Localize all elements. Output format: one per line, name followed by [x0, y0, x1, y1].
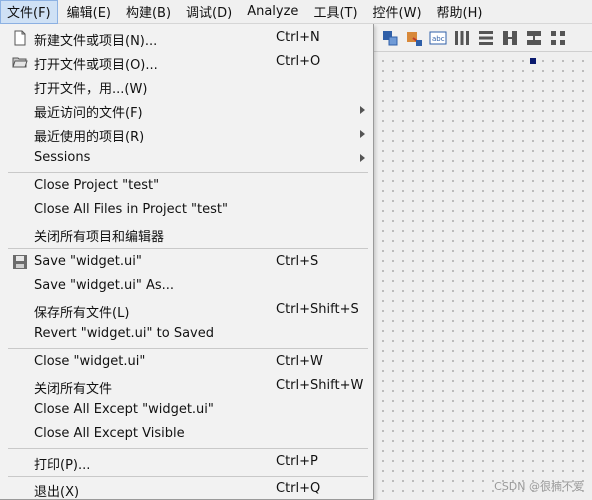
menu-build[interactable]: 构建(B) [120, 0, 177, 24]
menu-item-close-all-projects[interactable]: 关闭所有项目和编辑器 [2, 222, 370, 246]
menu-item-save[interactable]: Save "widget.ui" Ctrl+S [2, 250, 370, 274]
folder-open-icon [12, 54, 28, 70]
menu-item-label: Close All Except "widget.ui" [34, 402, 214, 417]
menu-item-label: 保存所有文件(L) [34, 306, 130, 321]
layout-horizontal-icon[interactable] [452, 28, 472, 48]
menu-item-label: Revert "widget.ui" to Saved [34, 326, 214, 341]
menu-item-label: 打开文件，用...(W) [34, 82, 148, 97]
menu-item-close-all-except[interactable]: Close All Except "widget.ui" [2, 398, 370, 422]
new-file-icon [12, 30, 28, 46]
menu-item-label: Sessions [34, 150, 91, 165]
menu-analyze[interactable]: Analyze [241, 0, 304, 24]
menu-item-exit[interactable]: 退出(X) Ctrl+Q [2, 477, 370, 500]
menu-item-shortcut: Ctrl+W [276, 354, 323, 369]
menu-item-recent-files[interactable]: 最近访问的文件(F) [2, 98, 370, 122]
menu-widgets[interactable]: 控件(W) [367, 0, 428, 24]
menu-item-label: 关闭所有文件 [34, 382, 113, 397]
menu-item-print[interactable]: 打印(P)... Ctrl+P [2, 450, 370, 474]
menu-file[interactable]: 文件(F) [0, 0, 58, 24]
menu-item-shortcut: Ctrl+P [276, 454, 318, 469]
menu-item-close-all-in-project[interactable]: Close All Files in Project "test" [2, 198, 370, 222]
menu-item-label: 新建文件或项目(N)... [34, 34, 158, 49]
form-canvas[interactable]: CSDN @很楠不爱 [374, 52, 592, 500]
edit-buddies-icon[interactable]: abc [428, 28, 448, 48]
menu-item-open-with[interactable]: 打开文件，用...(W) [2, 74, 370, 98]
menu-separator [8, 248, 368, 249]
menu-item-label: 最近使用的项目(R) [34, 130, 145, 145]
edit-signals-icon[interactable] [404, 28, 424, 48]
menu-item-recent-projects[interactable]: 最近使用的项目(R) [2, 122, 370, 146]
menu-item-shortcut: Ctrl+N [276, 30, 320, 45]
layout-vertical-icon[interactable] [476, 28, 496, 48]
menu-tools[interactable]: 工具(T) [307, 0, 363, 24]
menu-item-label: Close All Except Visible [34, 426, 185, 441]
menu-item-close-all[interactable]: 关闭所有文件 Ctrl+Shift+W [2, 374, 370, 398]
menu-item-label: 打开文件或项目(O)... [34, 58, 158, 73]
svg-text:abc: abc [432, 35, 445, 43]
menu-item-label: 退出(X) [34, 485, 80, 500]
menu-item-shortcut: Ctrl+O [276, 54, 321, 69]
menu-item-shortcut: Ctrl+Q [276, 481, 321, 496]
layout-grid-icon[interactable] [548, 28, 568, 48]
menu-item-new[interactable]: 新建文件或项目(N)... Ctrl+N [2, 26, 370, 50]
menu-item-label: 打印(P)... [34, 458, 91, 473]
menu-item-label: Save "widget.ui" [34, 254, 142, 269]
layout-splitter-v-icon[interactable] [524, 28, 544, 48]
menu-debug[interactable]: 调试(D) [180, 0, 238, 24]
submenu-arrow-icon [360, 106, 365, 114]
menu-edit[interactable]: 编辑(E) [61, 0, 117, 24]
designer-toolbar: abc [374, 24, 592, 52]
menu-item-save-as[interactable]: Save "widget.ui" As... [2, 274, 370, 298]
menu-item-close[interactable]: Close "widget.ui" Ctrl+W [2, 350, 370, 374]
menu-item-label: Close All Files in Project "test" [34, 202, 228, 217]
menu-item-open[interactable]: 打开文件或项目(O)... Ctrl+O [2, 50, 370, 74]
submenu-arrow-icon [360, 130, 365, 138]
menu-item-revert[interactable]: Revert "widget.ui" to Saved [2, 322, 370, 346]
menu-item-shortcut: Ctrl+Shift+W [276, 378, 364, 393]
menu-item-label: 最近访问的文件(F) [34, 106, 143, 121]
menu-item-sessions[interactable]: Sessions [2, 146, 370, 170]
menu-item-label: Close "widget.ui" [34, 354, 146, 369]
menu-item-close-project[interactable]: Close Project "test" [2, 174, 370, 198]
menu-item-label: Close Project "test" [34, 178, 160, 193]
menu-item-shortcut: Ctrl+Shift+S [276, 302, 359, 317]
menu-item-label: Save "widget.ui" As... [34, 278, 175, 293]
menu-separator [8, 348, 368, 349]
watermark: CSDN @很楠不爱 [494, 480, 584, 493]
menu-item-label: 关闭所有项目和编辑器 [34, 230, 165, 245]
save-icon [12, 254, 28, 270]
menu-item-shortcut: Ctrl+S [276, 254, 319, 269]
menu-separator [8, 172, 368, 173]
menubar: 文件(F) 编辑(E) 构建(B) 调试(D) Analyze 工具(T) 控件… [0, 0, 592, 24]
menu-item-save-all[interactable]: 保存所有文件(L) Ctrl+Shift+S [2, 298, 370, 322]
file-menu-dropdown: 新建文件或项目(N)... Ctrl+N 打开文件或项目(O)... Ctrl+… [0, 24, 374, 500]
edit-widgets-icon[interactable] [380, 28, 400, 48]
menu-separator [8, 448, 368, 449]
selection-handle[interactable] [530, 58, 536, 64]
menu-item-close-all-except-visible[interactable]: Close All Except Visible [2, 422, 370, 446]
submenu-arrow-icon [360, 154, 365, 162]
layout-splitter-h-icon[interactable] [500, 28, 520, 48]
menu-help[interactable]: 帮助(H) [431, 0, 489, 24]
